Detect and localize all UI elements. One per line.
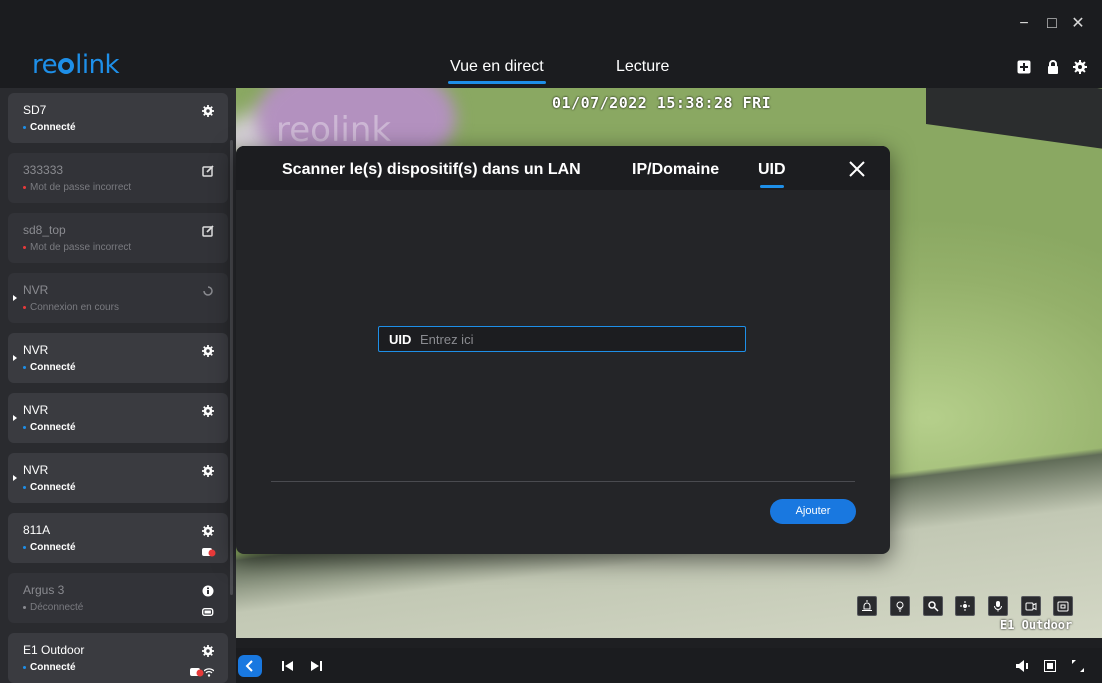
info-icon[interactable] <box>202 584 214 597</box>
gear-icon[interactable] <box>202 464 214 477</box>
device-status: Connecté <box>23 362 76 373</box>
device-card[interactable]: sd8_top Mot de passe incorrect <box>8 213 228 263</box>
expand-arrow-icon[interactable] <box>13 355 17 361</box>
add-device-icon[interactable] <box>1017 60 1031 74</box>
camera-record-icon <box>190 664 204 677</box>
expand-arrow-icon[interactable] <box>13 475 17 481</box>
device-name: NVR <box>23 403 49 417</box>
device-card[interactable]: NVR Connexion en cours <box>8 273 228 323</box>
volume-icon[interactable] <box>1016 660 1030 672</box>
lock-icon[interactable] <box>1046 60 1060 74</box>
device-name: 811A <box>23 523 51 537</box>
snapshot-icon[interactable] <box>1053 596 1073 616</box>
playback-control-bar <box>236 648 1102 683</box>
camera-name-overlay: E1 Outdoor <box>1000 618 1073 632</box>
device-name: E1 Outdoor <box>23 643 85 657</box>
device-name: NVR <box>23 343 49 357</box>
video-timestamp: 01/07/2022 15:38:28 FRI <box>552 94 772 112</box>
device-name: SD7 <box>23 103 47 117</box>
device-status: Connecté <box>23 542 76 553</box>
battery-icon <box>201 604 214 616</box>
uid-input[interactable] <box>420 329 740 349</box>
device-name: NVR <box>23 463 49 477</box>
minimize-button[interactable]: − <box>1014 14 1034 34</box>
dialog-header: Scanner le(s) dispositif(s) dans un LAN … <box>236 146 890 190</box>
device-card[interactable]: 811A Connecté <box>8 513 228 563</box>
expand-arrow-icon[interactable] <box>13 415 17 421</box>
ptz-icon[interactable] <box>955 596 975 616</box>
device-card[interactable]: SD7 Connecté <box>8 93 228 143</box>
device-status: Connecté <box>23 662 76 673</box>
tab-playback[interactable]: Lecture <box>616 58 669 76</box>
app-header: re link Vue en direct Lecture <box>0 46 1102 88</box>
zoom-icon[interactable] <box>923 596 943 616</box>
device-card[interactable]: NVR Connecté <box>8 393 228 443</box>
gear-icon[interactable] <box>202 104 214 117</box>
uid-field: UID <box>378 326 746 352</box>
device-status: Connecté <box>23 422 76 433</box>
device-card[interactable]: Argus 3 Déconnecté <box>8 573 228 623</box>
reolink-logo: re link <box>32 50 120 80</box>
collapse-sidebar-button[interactable] <box>238 655 262 677</box>
gear-icon[interactable] <box>202 644 214 657</box>
gear-icon[interactable] <box>202 344 214 357</box>
device-status: Mot de passe incorrect <box>23 242 131 253</box>
title-bar: − □ ✕ <box>0 0 1102 46</box>
next-icon[interactable] <box>310 661 322 671</box>
sidebar-scrollbar[interactable] <box>230 140 233 595</box>
previous-icon[interactable] <box>282 661 294 671</box>
microphone-icon[interactable] <box>988 596 1008 616</box>
device-card[interactable]: 333333 Mot de passe incorrect <box>8 153 228 203</box>
device-status: Déconnecté <box>23 602 83 613</box>
tab-live-view[interactable]: Vue en direct <box>448 58 546 84</box>
device-name: NVR <box>23 283 49 297</box>
wifi-icon <box>203 664 215 677</box>
device-name: Argus 3 <box>23 583 65 597</box>
add-button[interactable]: Ajouter <box>770 499 856 524</box>
close-window-button[interactable]: ✕ <box>1068 14 1088 34</box>
tab-lan-scan[interactable]: Scanner le(s) dispositif(s) dans un LAN <box>282 161 581 179</box>
expand-arrow-icon[interactable] <box>13 295 17 301</box>
edit-icon[interactable] <box>202 164 214 177</box>
video-watermark: reolink <box>276 110 392 150</box>
gear-icon[interactable] <box>202 404 214 417</box>
close-icon[interactable] <box>848 160 866 178</box>
layout-icon[interactable] <box>1044 660 1056 672</box>
siren-icon[interactable] <box>857 596 877 616</box>
device-status: Connexion en cours <box>23 302 119 313</box>
maximize-button[interactable]: □ <box>1042 14 1062 34</box>
device-name: 333333 <box>23 163 64 177</box>
tab-ip-domain[interactable]: IP/Domaine <box>632 161 719 179</box>
device-status: Mot de passe incorrect <box>23 182 131 193</box>
camera-record-icon <box>202 544 216 557</box>
uid-label: UID <box>389 332 412 347</box>
device-name: sd8_top <box>23 223 66 237</box>
settings-gear-icon[interactable] <box>1073 60 1087 74</box>
fullscreen-icon[interactable] <box>1072 660 1084 672</box>
device-status: Connecté <box>23 122 76 133</box>
gear-icon[interactable] <box>202 524 214 537</box>
dialog-divider <box>271 481 855 482</box>
floodlight-icon[interactable] <box>890 596 910 616</box>
add-device-dialog: Scanner le(s) dispositif(s) dans un LAN … <box>236 146 890 554</box>
device-card[interactable]: E1 Outdoor Connecté <box>8 633 228 683</box>
device-card[interactable]: NVR Connecté <box>8 333 228 383</box>
device-status: Connecté <box>23 482 76 493</box>
record-icon[interactable] <box>1021 596 1041 616</box>
device-card[interactable]: NVR Connecté <box>8 453 228 503</box>
edit-icon[interactable] <box>202 224 214 237</box>
loading-icon[interactable] <box>202 284 214 296</box>
tab-uid[interactable]: UID <box>758 161 786 188</box>
